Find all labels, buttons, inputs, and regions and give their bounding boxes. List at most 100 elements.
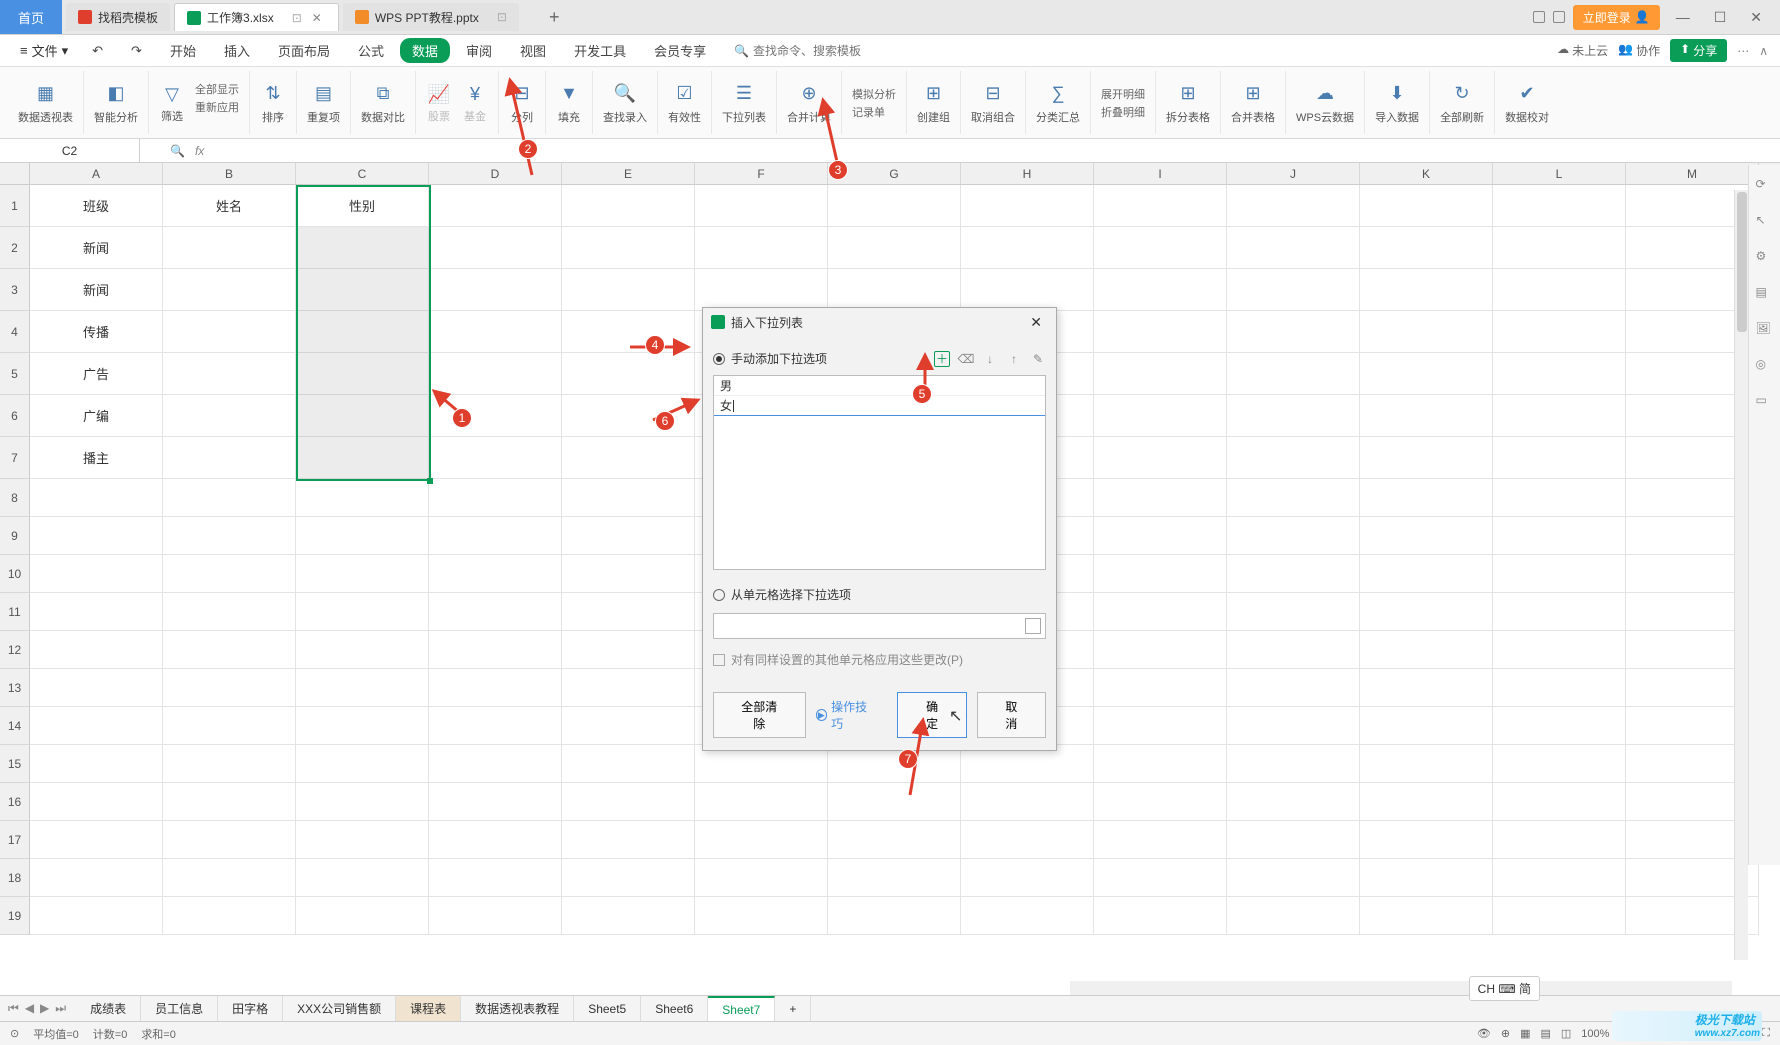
cell[interactable] xyxy=(1360,353,1493,395)
row-header[interactable]: 8 xyxy=(0,479,30,517)
clear-all-button[interactable]: 全部清除 xyxy=(713,692,806,738)
cell[interactable] xyxy=(296,269,429,311)
cell[interactable] xyxy=(296,353,429,395)
cell[interactable] xyxy=(429,227,562,269)
cell[interactable] xyxy=(1094,437,1227,479)
fill-icon[interactable]: ▼ xyxy=(556,81,582,107)
cell[interactable] xyxy=(562,353,695,395)
view-break-icon[interactable]: ◫ xyxy=(1561,1027,1571,1040)
ime-indicator[interactable]: CH ⌨ 简 xyxy=(1469,976,1540,1001)
login-button[interactable]: 立即登录 👤 xyxy=(1573,5,1660,30)
rtool-cursor-icon[interactable]: ↖ xyxy=(1756,213,1774,231)
validity-icon[interactable]: ☑ xyxy=(672,81,698,107)
view-icon-2[interactable]: ⊕ xyxy=(1501,1027,1510,1040)
cell[interactable] xyxy=(429,479,562,517)
add-sheet-button[interactable]: + xyxy=(775,996,811,1021)
record-form[interactable]: 记录单 xyxy=(852,104,896,120)
cell[interactable] xyxy=(1227,227,1360,269)
cell[interactable] xyxy=(1360,631,1493,669)
sheet-tab[interactable]: 成绩表 xyxy=(76,996,141,1021)
cell[interactable] xyxy=(562,269,695,311)
row-header[interactable]: 17 xyxy=(0,821,30,859)
cell[interactable] xyxy=(163,479,296,517)
titlebar-icon-2[interactable] xyxy=(1553,11,1565,23)
vertical-scrollbar[interactable] xyxy=(1734,190,1748,960)
cell[interactable] xyxy=(429,897,562,935)
doc-tab-0[interactable]: 找稻壳模板 xyxy=(66,3,170,31)
cell[interactable]: 广告 xyxy=(30,353,163,395)
col-header[interactable]: K xyxy=(1360,163,1493,184)
cell[interactable] xyxy=(163,897,296,935)
row-header[interactable]: 19 xyxy=(0,897,30,935)
expand-detail[interactable]: 展开明细 xyxy=(1101,86,1145,102)
cell[interactable] xyxy=(562,555,695,593)
cell[interactable] xyxy=(296,631,429,669)
cell[interactable] xyxy=(429,269,562,311)
sheet-tab[interactable]: Sheet6 xyxy=(641,996,708,1021)
horizontal-scrollbar[interactable] xyxy=(1070,981,1732,995)
cell[interactable] xyxy=(163,353,296,395)
menu-start[interactable]: 开始 xyxy=(158,35,208,66)
find-entry-icon[interactable]: 🔍 xyxy=(612,81,638,107)
undo-icon[interactable]: ↶ xyxy=(80,35,115,66)
move-up-icon[interactable]: ↑ xyxy=(1006,351,1022,367)
cell[interactable]: 班级 xyxy=(30,185,163,227)
cell[interactable] xyxy=(163,517,296,555)
redo-icon[interactable]: ↷ xyxy=(119,35,154,66)
cell[interactable] xyxy=(828,821,961,859)
sheet-prev-icon[interactable]: ◀ xyxy=(25,1001,34,1016)
cell[interactable] xyxy=(1360,227,1493,269)
cell[interactable] xyxy=(1360,897,1493,935)
row-header[interactable]: 4 xyxy=(0,311,30,353)
close-button[interactable]: ✕ xyxy=(1742,5,1770,30)
menu-data[interactable]: 数据 xyxy=(400,38,450,63)
radio-from-range[interactable] xyxy=(713,589,725,601)
cell[interactable] xyxy=(30,631,163,669)
cell[interactable] xyxy=(1227,783,1360,821)
cell[interactable] xyxy=(828,897,961,935)
cell[interactable] xyxy=(1493,185,1626,227)
refresh-icon[interactable]: ↻ xyxy=(1449,81,1475,107)
cell[interactable] xyxy=(1094,821,1227,859)
cell[interactable] xyxy=(1227,555,1360,593)
cell[interactable] xyxy=(1360,783,1493,821)
cell[interactable] xyxy=(1360,555,1493,593)
cell[interactable] xyxy=(1493,669,1626,707)
cell[interactable] xyxy=(562,227,695,269)
cell[interactable] xyxy=(1094,353,1227,395)
cell[interactable] xyxy=(296,821,429,859)
row-header[interactable]: 13 xyxy=(0,669,30,707)
cell[interactable]: 播主 xyxy=(30,437,163,479)
cell[interactable] xyxy=(1493,353,1626,395)
row-header[interactable]: 6 xyxy=(0,395,30,437)
cell[interactable] xyxy=(163,859,296,897)
minimize-button[interactable]: — xyxy=(1668,5,1698,29)
cell[interactable] xyxy=(1493,821,1626,859)
cloud-status[interactable]: ☁ 未上云 xyxy=(1557,42,1608,59)
sheet-last-icon[interactable]: ⏭ xyxy=(55,1001,66,1016)
cell[interactable] xyxy=(30,555,163,593)
cell[interactable] xyxy=(1360,311,1493,353)
cell[interactable] xyxy=(1094,269,1227,311)
select-all-corner[interactable] xyxy=(0,163,30,184)
reapply[interactable]: 重新应用 xyxy=(195,99,239,115)
filter-icon[interactable]: ▽ xyxy=(159,81,185,107)
options-list[interactable]: 男 女 xyxy=(713,375,1046,570)
cell[interactable] xyxy=(1493,783,1626,821)
cell[interactable] xyxy=(1360,269,1493,311)
menu-layout[interactable]: 页面布局 xyxy=(266,35,342,66)
cell[interactable] xyxy=(429,821,562,859)
cell[interactable] xyxy=(1493,593,1626,631)
col-header[interactable]: J xyxy=(1227,163,1360,184)
fx-icon[interactable]: fx xyxy=(195,144,204,158)
cell[interactable] xyxy=(30,783,163,821)
cell[interactable] xyxy=(296,517,429,555)
fx-search-icon[interactable]: 🔍 xyxy=(170,144,185,158)
sheet-tab[interactable]: XXX公司销售额 xyxy=(283,996,396,1021)
col-header[interactable]: L xyxy=(1493,163,1626,184)
rtool-image-icon[interactable]: 🖼 xyxy=(1756,321,1774,339)
cell[interactable]: 广编 xyxy=(30,395,163,437)
cell[interactable] xyxy=(296,479,429,517)
sheet-tab[interactable]: Sheet5 xyxy=(574,996,641,1021)
cell[interactable] xyxy=(429,669,562,707)
